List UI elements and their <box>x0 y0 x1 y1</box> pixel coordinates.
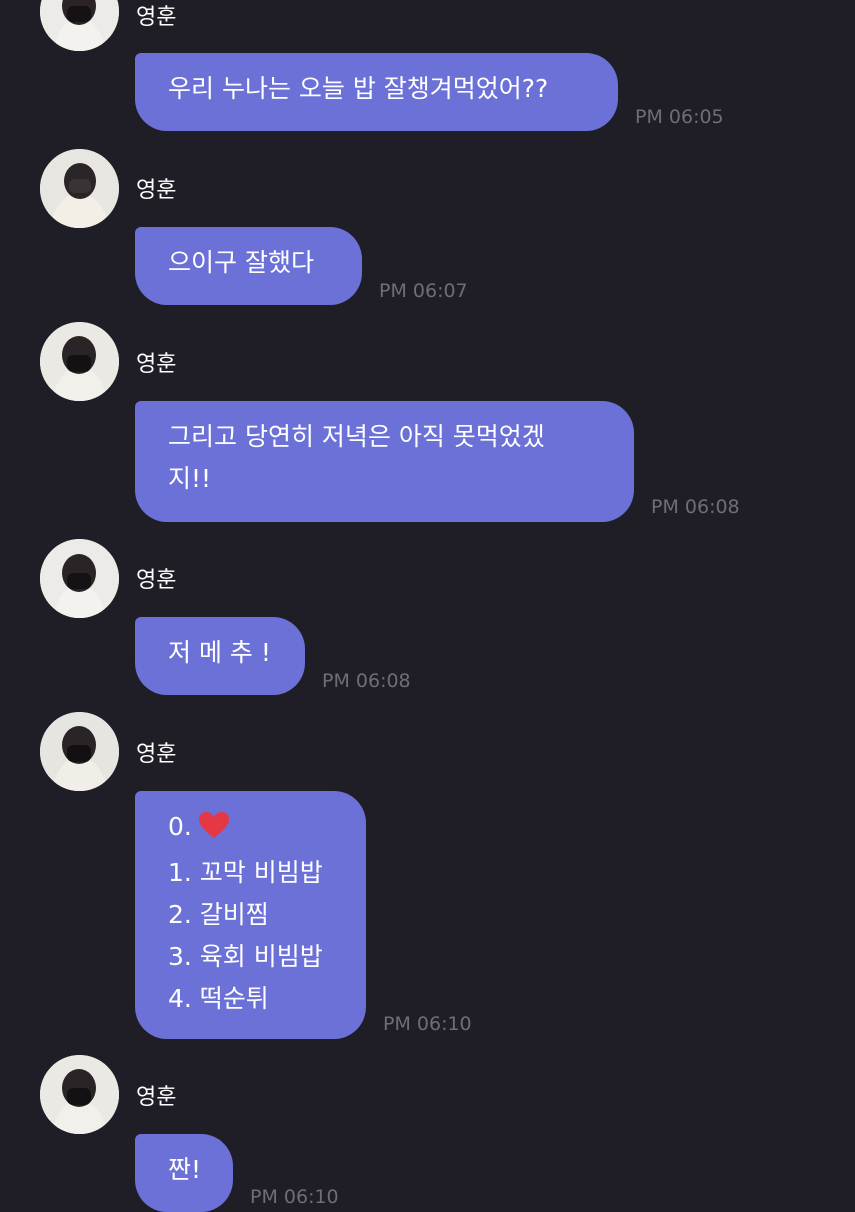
sender-name: 영훈 <box>136 178 177 203</box>
message-bubble[interactable]: 그리고 당연히 저녁은 아직 못먹었겠 지!! <box>135 401 634 522</box>
list-item: 0. <box>168 812 192 841</box>
message-text: 우리 누나는 오늘 밥 잘챙겨먹었어?? <box>168 74 549 103</box>
list-item: 2. 갈비찜 <box>168 900 269 929</box>
message-timestamp: PM 06:08 <box>322 670 411 692</box>
message-text: 으이구 잘했다 <box>168 248 314 277</box>
message-timestamp: PM 06:08 <box>651 496 740 518</box>
avatar[interactable] <box>40 712 119 791</box>
message-bubble[interactable]: 저 메 추 ! <box>135 617 305 695</box>
message-timestamp: PM 06:05 <box>635 106 724 128</box>
message-text: 짠! <box>168 1155 202 1184</box>
message-text: 지!! <box>168 464 212 493</box>
message-text: 저 메 추 ! <box>168 638 271 667</box>
message-timestamp: PM 06:07 <box>379 280 468 302</box>
avatar[interactable] <box>40 322 119 401</box>
list-item: 4. 떡순튀 <box>168 984 269 1013</box>
red-heart-icon <box>198 810 230 852</box>
sender-name: 영훈 <box>136 1085 177 1110</box>
avatar[interactable] <box>40 149 119 228</box>
sender-name: 영훈 <box>136 352 177 377</box>
message-bubble[interactable]: 0. 1. 꼬막 비빔밥 2. 갈비찜 3. 육회 비빔밥 4. 떡순튀 <box>135 791 366 1039</box>
message-bubble[interactable]: 짠! <box>135 1134 233 1212</box>
sender-name: 영훈 <box>136 742 177 767</box>
sender-name: 영훈 <box>136 568 177 593</box>
message-timestamp: PM 06:10 <box>383 1013 472 1035</box>
list-item: 1. 꼬막 비빔밥 <box>168 858 323 887</box>
avatar[interactable] <box>40 1055 119 1134</box>
avatar[interactable] <box>40 0 119 51</box>
message-text: 그리고 당연히 저녁은 아직 못먹었겠 <box>168 422 545 451</box>
sender-name: 영훈 <box>136 5 177 30</box>
message-timestamp: PM 06:10 <box>250 1186 339 1208</box>
message-text: 0. <box>168 806 333 852</box>
avatar[interactable] <box>40 539 119 618</box>
list-item: 3. 육회 비빔밥 <box>168 942 323 971</box>
message-bubble[interactable]: 으이구 잘했다 <box>135 227 362 305</box>
message-bubble[interactable]: 우리 누나는 오늘 밥 잘챙겨먹었어?? <box>135 53 618 131</box>
